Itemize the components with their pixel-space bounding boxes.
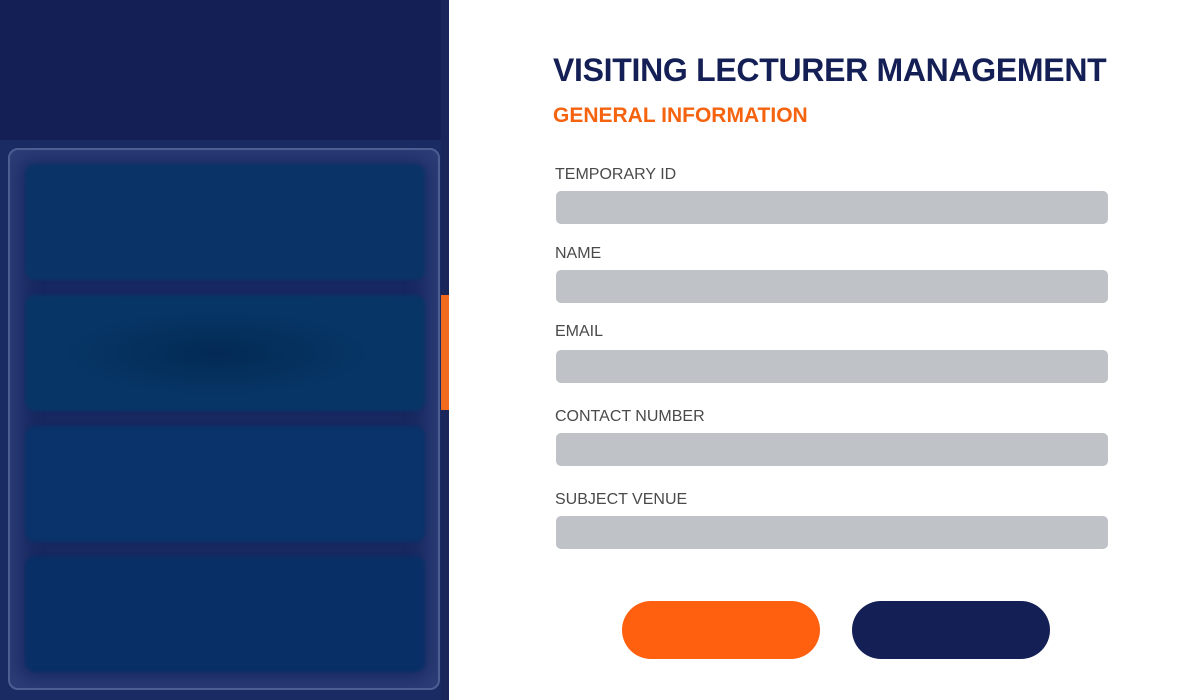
app-window: VISITING LECTURER MANAGEMENT GENERAL INF… [0,0,1200,700]
temporary-id-label: TEMPORARY ID [555,166,677,183]
name-label: NAME [555,245,602,262]
subject-venue-input[interactable] [556,516,1108,549]
sidebar-menu-item-1[interactable] [25,164,425,280]
sidebar-menu-item-2[interactable] [25,295,425,411]
main-content: VISITING LECTURER MANAGEMENT GENERAL INF… [449,0,1200,700]
sidebar-header [0,0,441,140]
contact-number-label: CONTACT NUMBER [555,408,705,425]
contact-number-input[interactable] [556,433,1108,466]
section-title: GENERAL INFORMATION [553,104,808,127]
sidebar [0,0,449,700]
sidebar-active-indicator [441,295,449,410]
page-title: VISITING LECTURER MANAGEMENT [553,52,1107,88]
email-input[interactable] [556,350,1108,383]
primary-action-button[interactable] [622,601,820,659]
sidebar-menu [8,148,440,690]
temporary-id-input[interactable] [556,191,1108,224]
subject-venue-label: SUBJECT VENUE [555,491,688,508]
sidebar-menu-item-3[interactable] [25,426,425,542]
secondary-action-button[interactable] [852,601,1050,659]
sidebar-menu-item-4[interactable] [25,556,425,672]
email-label: EMAIL [555,323,604,340]
name-input[interactable] [556,270,1108,303]
